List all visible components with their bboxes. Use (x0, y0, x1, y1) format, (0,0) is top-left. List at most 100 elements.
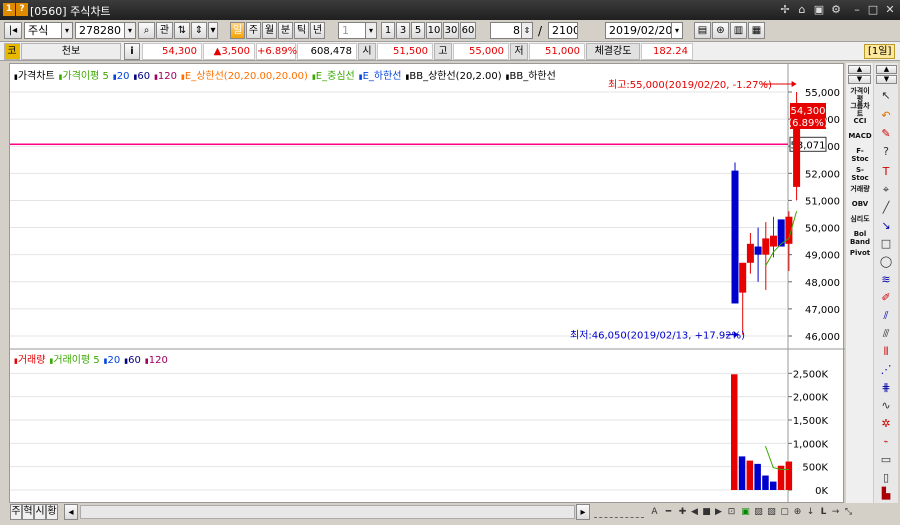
period-button-4[interactable]: 틱 (294, 22, 309, 39)
volume-legend-item[interactable]: ▮거래량 (14, 355, 45, 366)
info-button[interactable]: i (124, 43, 140, 60)
scroll-left-arrow[interactable]: ◂ (64, 504, 78, 520)
minute-button-5[interactable]: 5 (411, 22, 425, 39)
total-input[interactable]: 2100 (548, 22, 578, 39)
grid-tool-icon[interactable]: ⋕ (877, 379, 895, 397)
market-select[interactable]: 주식 (24, 22, 62, 39)
period-button-3[interactable]: 분 (278, 22, 293, 39)
candle-tool-icon[interactable]: ⫴ (877, 343, 895, 361)
go-last-icon[interactable]: ▶ (712, 505, 725, 520)
minute-button-1[interactable]: 1 (381, 22, 395, 39)
marker-icon[interactable]: ⌖ (877, 181, 895, 199)
bottom-tab[interactable]: 시 (34, 504, 46, 520)
price-legend-item[interactable]: ▮BB_하한선 (506, 71, 556, 82)
indicator-item[interactable]: CCI (848, 117, 872, 125)
volume-legend-item[interactable]: ▮거래이평 5 (49, 355, 99, 366)
zoom-slider[interactable] (594, 506, 644, 518)
indicator-item[interactable]: 심리도 (848, 215, 872, 223)
date-input[interactable]: 2019/02/20 (605, 22, 675, 39)
prev-next-icon[interactable]: ⇅ (174, 22, 190, 39)
tools-scroll-up-icon[interactable]: ▲ (876, 65, 897, 74)
save-chart-icon[interactable]: ▥ (730, 22, 747, 39)
scroll-up-icon[interactable]: ▲ (848, 65, 871, 74)
auto-scale-icon[interactable]: A (648, 505, 661, 520)
channel-icon[interactable]: ⫽ (877, 307, 895, 325)
bottom-tab[interactable]: 혁 (22, 504, 34, 520)
save-window-icon[interactable]: ▣ (812, 2, 826, 17)
indicator-item[interactable]: OBV (848, 200, 872, 208)
price-legend-item[interactable]: ▮가격이평 5 (59, 71, 109, 82)
indicator-item[interactable]: 가격이평 (848, 87, 872, 103)
chart-svg[interactable]: 55,00054,00053,00052,00051,00050,00049,0… (10, 64, 845, 504)
trend-line-icon[interactable]: ↘ (877, 217, 895, 235)
chart-area[interactable]: 55,00054,00053,00052,00051,00050,00049,0… (9, 63, 845, 504)
crosshair-icon[interactable]: ⊕ (791, 505, 804, 520)
scroll-right-arrow[interactable]: ▸ (576, 504, 590, 520)
print-icon[interactable]: ▦ (748, 22, 765, 39)
pen-tool-icon[interactable]: ✐ (877, 289, 895, 307)
volume-legend-item[interactable]: ▮120 (145, 355, 168, 366)
minute-button-60[interactable]: 60 (460, 22, 476, 39)
save-image-icon[interactable]: ▨ (752, 505, 765, 520)
settings-icon[interactable]: ⚙ (829, 2, 843, 17)
market-dropdown-icon[interactable]: ▾ (61, 22, 73, 39)
eraser-icon[interactable]: ✎ (877, 125, 895, 143)
help-icon[interactable]: ? (16, 3, 28, 16)
indicator-item[interactable]: MACD (848, 132, 872, 140)
count-input[interactable]: 8 (490, 22, 524, 39)
help-tool-icon[interactable]: ? (877, 143, 895, 161)
interval-dropdown-icon[interactable]: ▾ (365, 22, 377, 39)
count-stepper[interactable]: ⇕ (521, 22, 533, 39)
price-legend-item[interactable]: ▮120 (154, 71, 177, 82)
ellipse-tool-icon[interactable]: ◯ (877, 253, 895, 271)
bottom-tab[interactable]: 주 (10, 504, 22, 520)
period-button-1[interactable]: 주 (246, 22, 261, 39)
price-legend-item[interactable]: ▮가격차트 (14, 71, 55, 82)
copy-icon[interactable]: ▧ (765, 505, 778, 520)
updown-icon[interactable]: ⇕ (191, 22, 207, 39)
screen-icon[interactable]: ▭ (877, 451, 895, 469)
indicator-item[interactable]: 거래량 (848, 185, 872, 193)
price-legend-item[interactable]: ▮20 (113, 71, 130, 82)
interval-input[interactable]: 1 (338, 22, 366, 39)
fan-line-icon[interactable]: ⋰ (877, 361, 895, 379)
down-icon[interactable]: ↓ (804, 505, 817, 520)
cycle-tool-icon[interactable]: ✲ (877, 415, 895, 433)
wave-tool-icon[interactable]: ∿ (877, 397, 895, 415)
rectangle-tool-icon[interactable]: □ (877, 235, 895, 253)
indicator-item[interactable]: 그룹차트 (848, 102, 872, 118)
period-button-5[interactable]: 년 (310, 22, 325, 39)
minute-button-3[interactable]: 3 (396, 22, 410, 39)
compare-button[interactable]: 관 (156, 22, 173, 39)
price-legend-item[interactable]: ▮E_상한선(20,20.00,20.00) (181, 71, 308, 82)
indicator-item[interactable]: Pivot (848, 249, 872, 257)
period-button-0[interactable]: 일 (230, 22, 245, 39)
undo-icon[interactable]: ↶ (877, 107, 895, 125)
indicator-setting-icon[interactable]: ⊛ (712, 22, 729, 39)
volume-legend-item[interactable]: ▮20 (104, 355, 121, 366)
indicator-item[interactable]: F-Stoc (848, 147, 872, 163)
indicator-item[interactable]: Bol Band (848, 230, 872, 246)
price-legend-item[interactable]: ▮E_중심선 (312, 71, 355, 82)
pin-icon[interactable]: ✢ (778, 2, 792, 17)
scroll-down-icon[interactable]: ▼ (848, 75, 871, 84)
maximize-button[interactable]: □ (866, 2, 880, 17)
close-button[interactable]: ✕ (883, 2, 897, 17)
parallel-line-icon[interactable]: ⫻ (877, 325, 895, 343)
stock-code-input[interactable]: 278280 (75, 22, 125, 39)
auto-trend-icon[interactable]: ⌁ (877, 433, 895, 451)
minimize-button[interactable]: – (850, 2, 864, 17)
period-button-2[interactable]: 월 (262, 22, 277, 39)
menu-dropdown-icon[interactable]: ▾ (208, 22, 218, 39)
search-button[interactable]: ⌕ (138, 22, 155, 39)
tools-scroll-down-icon[interactable]: ▼ (876, 75, 897, 84)
window-icon[interactable]: ▢ (778, 505, 791, 520)
cursor-icon[interactable]: ↖ (877, 87, 895, 105)
horizontal-scrollbar[interactable] (80, 505, 575, 519)
text-tool-icon[interactable]: T (877, 163, 895, 181)
chart-setting-icon[interactable]: ▤ (694, 22, 711, 39)
volume-legend-item[interactable]: ▮60 (124, 355, 141, 366)
fit-icon[interactable]: ⊡ (725, 505, 738, 520)
right-icon[interactable]: → (829, 505, 842, 520)
calendar-dropdown-icon[interactable]: ▾ (671, 22, 683, 39)
